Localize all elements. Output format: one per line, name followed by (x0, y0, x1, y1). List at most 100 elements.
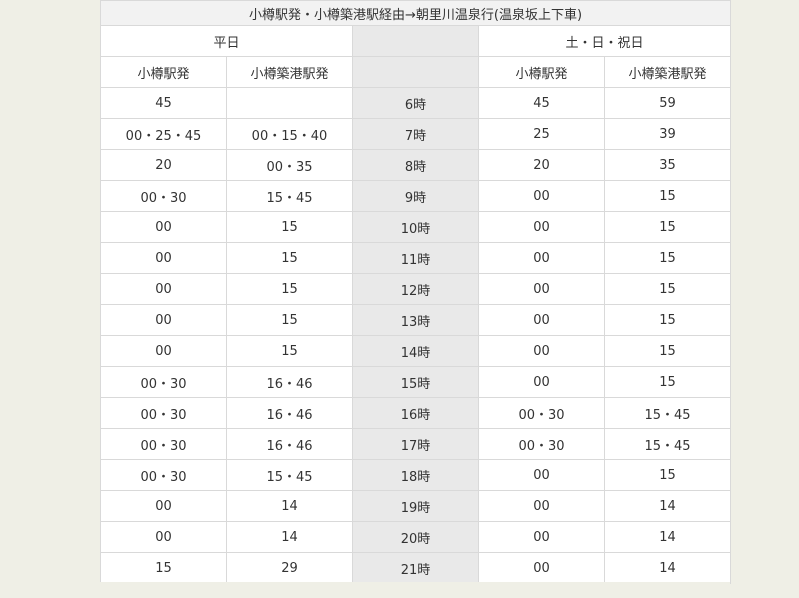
weekday-chikko-cell: 00・15・40 (226, 118, 353, 150)
holiday-chikko-cell: 14 (603, 521, 732, 553)
holiday-chikko-cell: 15 (603, 366, 732, 398)
holiday-otaru-cell: 00・30 (478, 428, 605, 460)
table-row: 00・30 16・46 15時 00 15 (100, 366, 732, 398)
weekday-otaru-cell: 00・30 (100, 397, 227, 429)
weekday-chikko-cell: 15 (226, 211, 353, 243)
hour-cell: 8時 (352, 149, 479, 181)
holiday-chikko-cell: 35 (603, 149, 732, 181)
table-row: 15 29 21時 00 14 (100, 552, 732, 584)
holiday-chikko-cell: 59 (603, 87, 732, 119)
weekday-otaru-header: 小樽駅発 (100, 56, 227, 88)
holiday-otaru-cell: 00・30 (478, 397, 605, 429)
weekday-otaru-cell: 00 (100, 273, 227, 305)
weekday-otaru-cell: 00 (100, 242, 227, 274)
holiday-otaru-cell: 25 (478, 118, 605, 150)
weekday-otaru-cell: 00・30 (100, 459, 227, 491)
holiday-chikko-cell: 15 (603, 242, 732, 274)
holiday-chikko-cell: 15・45 (603, 428, 732, 460)
hour-header-blank (352, 25, 479, 57)
hour-cell: 14時 (352, 335, 479, 367)
holiday-chikko-cell: 15 (603, 180, 732, 212)
bottom-strip (100, 582, 730, 598)
holiday-otaru-cell: 00 (478, 552, 605, 584)
column-header-row: 小樽駅発 小樽築港駅発 小樽駅発 小樽築港駅発 (100, 56, 732, 88)
table-row: 00・30 15・45 9時 00 15 (100, 180, 732, 212)
holiday-otaru-cell: 00 (478, 335, 605, 367)
hour-cell: 9時 (352, 180, 479, 212)
weekday-chikko-cell: 15 (226, 304, 353, 336)
holiday-otaru-cell: 00 (478, 211, 605, 243)
holiday-otaru-cell: 45 (478, 87, 605, 119)
weekday-otaru-cell: 00 (100, 304, 227, 336)
weekday-otaru-cell: 00 (100, 521, 227, 553)
hour-cell: 10時 (352, 211, 479, 243)
hour-cell: 16時 (352, 397, 479, 429)
weekday-chikko-cell: 16・46 (226, 397, 353, 429)
weekday-chikko-cell: 15・45 (226, 459, 353, 491)
hour-cell: 12時 (352, 273, 479, 305)
timetable-title: 小樽駅発・小樽築港駅経由→朝里川温泉行(温泉坂上下車) (99, 0, 732, 26)
weekday-chikko-cell: 15 (226, 273, 353, 305)
hour-cell: 20時 (352, 521, 479, 553)
table-row: 00 15 11時 00 15 (100, 242, 732, 274)
weekday-chikko-cell: 29 (226, 552, 353, 584)
weekday-chikko-cell: 14 (226, 490, 353, 522)
table-row: 00 15 10時 00 15 (100, 211, 732, 243)
table-row: 00 14 20時 00 14 (100, 521, 732, 553)
timetable: 小樽駅発・小樽築港駅経由→朝里川温泉行(温泉坂上下車) 平日 土・日・祝日 小樽… (99, 0, 732, 584)
weekday-otaru-cell: 15 (100, 552, 227, 584)
hour-cell: 7時 (352, 118, 479, 150)
weekday-otaru-cell: 20 (100, 149, 227, 181)
holiday-otaru-cell: 20 (478, 149, 605, 181)
hour-cell: 13時 (352, 304, 479, 336)
weekday-chikko-cell (226, 87, 353, 119)
hour-cell: 6時 (352, 87, 479, 119)
holiday-otaru-cell: 00 (478, 273, 605, 305)
holiday-chikko-cell: 14 (603, 490, 732, 522)
weekday-otaru-cell: 00・30 (100, 366, 227, 398)
table-row: 00 14 19時 00 14 (100, 490, 732, 522)
table-row: 00 15 12時 00 15 (100, 273, 732, 305)
holiday-otaru-cell: 00 (478, 521, 605, 553)
weekday-group-header: 平日 (100, 25, 353, 57)
weekday-otaru-cell: 00・25・45 (100, 118, 227, 150)
weekday-otaru-cell: 00・30 (100, 428, 227, 460)
holiday-chikko-cell: 15・45 (603, 397, 732, 429)
holiday-otaru-cell: 00 (478, 459, 605, 491)
timetable-title-row: 小樽駅発・小樽築港駅経由→朝里川温泉行(温泉坂上下車) (99, 0, 732, 26)
weekday-otaru-cell: 00 (100, 211, 227, 243)
weekday-chikko-header: 小樽築港駅発 (226, 56, 353, 88)
holiday-chikko-cell: 39 (603, 118, 732, 150)
holiday-chikko-cell: 15 (603, 459, 732, 491)
weekday-chikko-cell: 14 (226, 521, 353, 553)
holiday-chikko-cell: 15 (603, 211, 732, 243)
holiday-otaru-cell: 00 (478, 304, 605, 336)
table-row: 00 15 14時 00 15 (100, 335, 732, 367)
timetable-body: 45 6時 45 59 00・25・45 00・15・40 7時 25 39 20 00・35 8時 2… (100, 87, 732, 584)
weekday-otaru-cell: 00 (100, 490, 227, 522)
holiday-group-header: 土・日・祝日 (477, 25, 732, 57)
table-row: 00・30 16・46 16時 00・30 15・45 (100, 397, 732, 429)
table-row: 20 00・35 8時 20 35 (100, 149, 732, 181)
holiday-chikko-cell: 14 (603, 552, 732, 584)
weekday-otaru-cell: 00・30 (100, 180, 227, 212)
table-row: 00・30 16・46 17時 00・30 15・45 (100, 428, 732, 460)
group-header-row: 平日 土・日・祝日 (100, 25, 732, 57)
hour-cell: 11時 (352, 242, 479, 274)
hour-header-blank-2 (352, 56, 479, 88)
hour-cell: 21時 (352, 552, 479, 584)
weekday-chikko-cell: 00・35 (226, 149, 353, 181)
table-row: 00・25・45 00・15・40 7時 25 39 (100, 118, 732, 150)
weekday-chikko-cell: 15 (226, 335, 353, 367)
hour-cell: 18時 (352, 459, 479, 491)
holiday-otaru-cell: 00 (478, 490, 605, 522)
holiday-chikko-cell: 15 (603, 335, 732, 367)
hour-cell: 17時 (352, 428, 479, 460)
weekday-otaru-cell: 45 (100, 87, 227, 119)
weekday-chikko-cell: 15 (226, 242, 353, 274)
holiday-otaru-cell: 00 (478, 242, 605, 274)
holiday-chikko-header: 小樽築港駅発 (603, 56, 732, 88)
weekday-otaru-cell: 00 (100, 335, 227, 367)
holiday-chikko-cell: 15 (603, 273, 732, 305)
holiday-otaru-cell: 00 (478, 180, 605, 212)
